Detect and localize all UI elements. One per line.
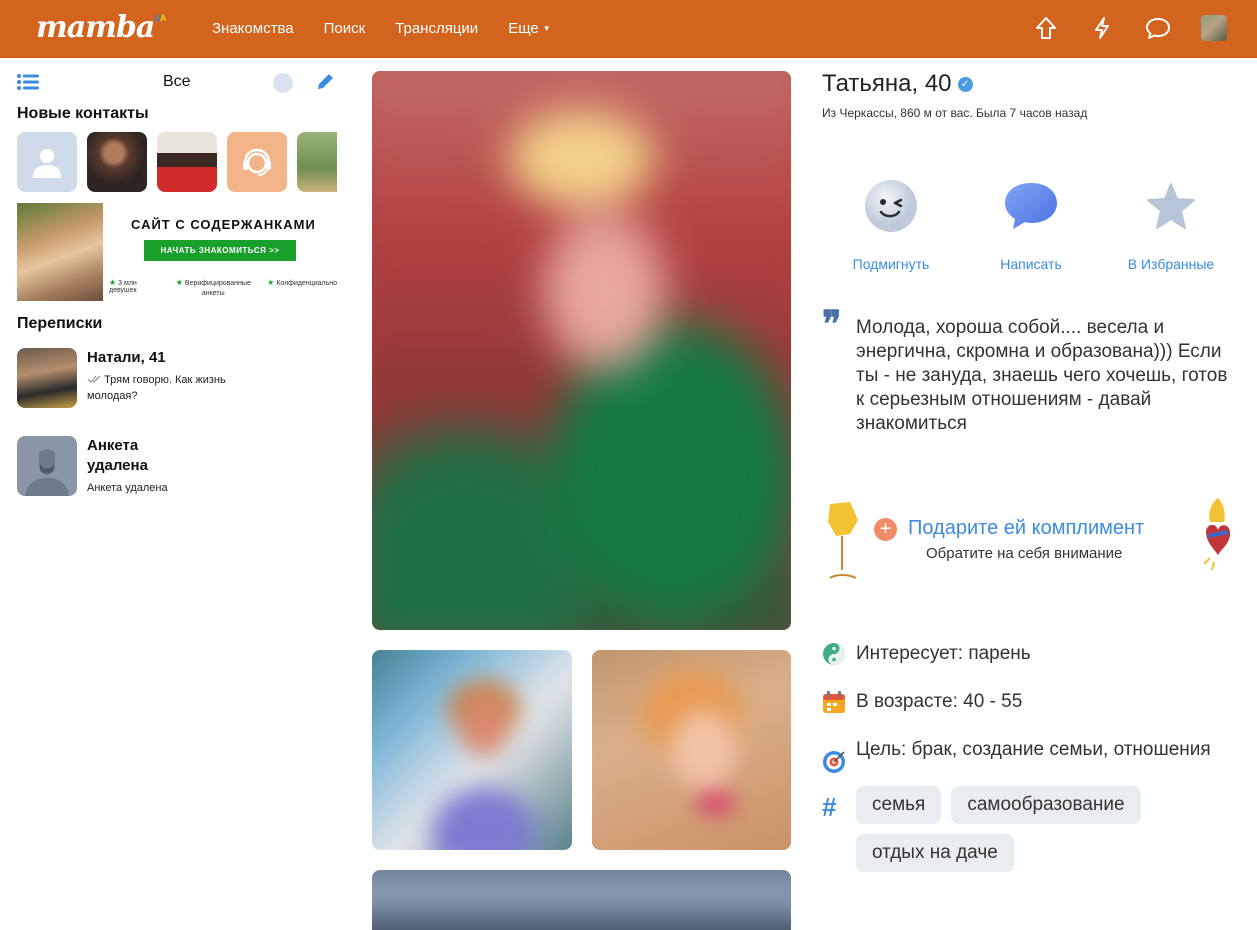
- double-check-icon: [87, 375, 101, 383]
- message-label: Написать: [1000, 256, 1062, 272]
- chat-message: Трям говорю. Как жизнь молодая?: [87, 374, 226, 402]
- ad-start-button[interactable]: НАЧАТЬ ЗНАКОМИТЬСЯ >>: [144, 240, 296, 261]
- list-icon[interactable]: [17, 74, 39, 95]
- chat-item[interactable]: Натали, 41 Трям говорю. Как жизнь молода…: [17, 348, 337, 408]
- sidebar-header: Все: [17, 70, 337, 96]
- profile-name: Татьяна, 40 ✓: [822, 70, 1232, 98]
- top-header: mambaUA Знакомства Поиск Трансляции Еще ▼: [0, 0, 1257, 58]
- ad-feature: ★ Конфиденциально: [267, 278, 337, 287]
- fact-goal: Цель: брак, создание семьи, отношения: [822, 738, 1232, 773]
- wink-icon: [831, 176, 951, 236]
- new-contacts-title: Новые контакты: [17, 105, 149, 122]
- nav-more[interactable]: Еще ▼: [508, 20, 550, 37]
- profile-facts: Интересует: парень В возрасте: 40 - 55 Ц…: [822, 642, 1232, 773]
- ad-photo: [17, 203, 103, 301]
- mamba-logo[interactable]: mambaUA: [36, 10, 166, 45]
- logo-text: mamba: [36, 10, 155, 45]
- quote-icon: ❞: [822, 303, 842, 345]
- profile-main-photo[interactable]: [372, 71, 791, 630]
- interest-tag[interactable]: самообразование: [951, 786, 1141, 824]
- verified-icon: ✓: [957, 76, 973, 92]
- profile-details: Татьяна, 40 ✓ Из Черкассы, 860 м от вас.…: [822, 70, 1232, 872]
- about-text: Молода, хороша собой.... весела и энерги…: [856, 317, 1228, 434]
- plus-icon[interactable]: +: [874, 518, 897, 541]
- star-icon: [1111, 176, 1231, 236]
- ad-feature: ★ Верифицированные анкеты: [175, 278, 251, 297]
- left-sidebar: Все Новые контакты САЙТ С СОДЕРЖАНКАМИ Н…: [17, 70, 337, 496]
- contact-avatar-placeholder[interactable]: [17, 132, 77, 192]
- chat-name: Анкета удалена: [87, 437, 148, 474]
- new-contacts-list: [17, 132, 337, 192]
- ad-title: САЙТ С СОДЕРЖАНКАМИ: [131, 217, 316, 232]
- chat-avatar-deleted: [17, 436, 77, 496]
- message-bubble-icon: [971, 176, 1091, 236]
- profile-name-text: Татьяна, 40: [822, 70, 952, 97]
- chat-item[interactable]: Анкета удалена Анкета удалена: [17, 436, 337, 496]
- chat-message: Анкета удалена: [87, 482, 168, 494]
- arrow-up-icon[interactable]: [1033, 14, 1059, 42]
- ad-feature: ★ 3 млн девушек: [109, 278, 137, 294]
- chat-avatar: [17, 348, 77, 408]
- fact-interested-in: Интересует: парень: [822, 642, 1232, 666]
- fact-age-range: В возрасте: 40 - 55: [822, 690, 1232, 714]
- nav-search[interactable]: Поиск: [324, 20, 366, 37]
- fact-text: Цель: брак, создание семьи, отношения: [856, 739, 1211, 760]
- lightning-icon[interactable]: [1089, 14, 1115, 42]
- support-avatar[interactable]: [227, 132, 287, 192]
- star-icon: ★: [267, 278, 275, 287]
- profile-about: ❞ Молода, хороша собой.... весела и энер…: [822, 306, 1232, 436]
- favorite-button[interactable]: В Избранные: [1111, 176, 1231, 272]
- target-icon: [823, 751, 845, 773]
- favorite-label: В Избранные: [1127, 256, 1215, 272]
- profile-photo-thumb[interactable]: [372, 870, 791, 930]
- compliment-subtitle: Обратите на себя внимание: [926, 545, 1123, 562]
- wink-button[interactable]: Подмигнуть: [831, 176, 951, 272]
- caret-down-icon: ▼: [542, 24, 551, 33]
- chat-name: Натали, 41: [87, 349, 166, 366]
- contact-avatar[interactable]: [157, 132, 217, 192]
- contact-avatar[interactable]: [87, 132, 147, 192]
- gift-lamp-icon: [828, 502, 858, 579]
- user-avatar[interactable]: [1201, 15, 1227, 41]
- header-icons: [1033, 14, 1227, 42]
- user-silhouette-icon: [33, 149, 61, 178]
- nav-more-label: Еще: [508, 20, 539, 37]
- compliment-block[interactable]: + Подарите ей комплимент Обратите на себ…: [822, 498, 1232, 590]
- profile-location-status: Из Черкассы, 860 м от вас. Была 7 часов …: [822, 106, 1088, 120]
- tag-list: семья самообразование отдых на даче: [856, 786, 1232, 872]
- star-icon: ★: [109, 278, 117, 287]
- hashtag-icon: #: [822, 792, 837, 822]
- main-nav: Знакомства Поиск Трансляции Еще ▼: [212, 20, 551, 37]
- chat-filter[interactable]: Все: [163, 73, 191, 91]
- contact-avatar[interactable]: [297, 132, 337, 192]
- status-dot[interactable]: [273, 73, 293, 93]
- headset-icon: [243, 148, 271, 176]
- profile-photo-thumb[interactable]: [592, 650, 791, 850]
- gift-heart-icon: [1203, 498, 1231, 571]
- calendar-icon: [823, 691, 845, 713]
- profile-photo-thumb[interactable]: [372, 650, 572, 850]
- nav-streams[interactable]: Трансляции: [395, 20, 478, 37]
- interest-tag[interactable]: семья: [856, 786, 942, 824]
- interests-tags: # семья самообразование отдых на даче: [822, 786, 1232, 872]
- yin-yang-icon: [823, 643, 845, 665]
- fact-text: В возрасте: 40 - 55: [856, 691, 1023, 712]
- ad-features: ★ 3 млн девушек ★ Верифицированные анкеты …: [109, 278, 337, 299]
- fact-text: Интересует: парень: [856, 643, 1031, 664]
- profile-actions: Подмигнуть Написать В Избранные: [822, 176, 1232, 276]
- wink-label: Подмигнуть: [852, 256, 930, 272]
- ad-banner[interactable]: САЙТ С СОДЕРЖАНКАМИ НАЧАТЬ ЗНАКОМИТЬСЯ >…: [17, 203, 337, 301]
- logo-badge: UA: [154, 13, 166, 23]
- pencil-icon[interactable]: [315, 72, 335, 97]
- nav-dating[interactable]: Знакомства: [212, 20, 294, 37]
- deleted-user-icon: [25, 449, 69, 496]
- message-button[interactable]: Написать: [971, 176, 1091, 272]
- chat-bubble-icon[interactable]: [1145, 14, 1171, 42]
- compliment-title[interactable]: Подарите ей комплимент: [908, 517, 1144, 540]
- chats-title: Переписки: [17, 315, 103, 332]
- interest-tag[interactable]: отдых на даче: [856, 834, 1014, 872]
- star-icon: ★: [175, 278, 183, 287]
